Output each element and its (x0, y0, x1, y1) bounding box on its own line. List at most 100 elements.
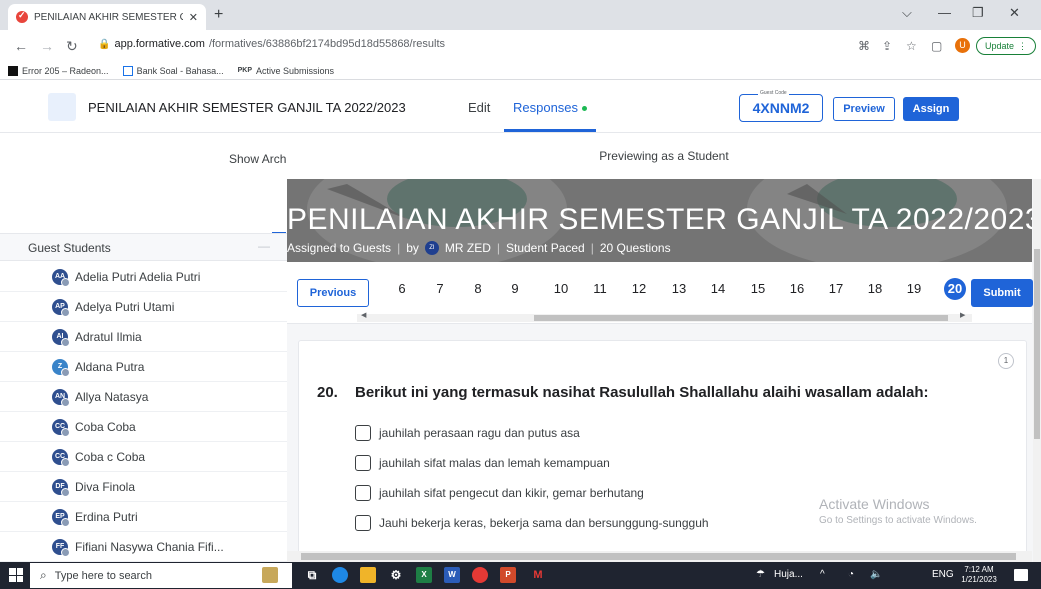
speaker-icon[interactable]: 🔈 (870, 569, 882, 580)
tab-close-icon[interactable]: ✕ (189, 11, 198, 24)
bookmark-radeon[interactable]: Error 205 – Radeon... (8, 65, 109, 76)
question-nav-6[interactable]: 6 (390, 281, 414, 296)
network-icon[interactable]: ◔ (848, 569, 854, 580)
list-item[interactable]: Z Aldana Putra (0, 352, 287, 382)
choice-checkbox[interactable] (355, 455, 371, 471)
back-icon[interactable]: ← (14, 38, 28, 54)
taskbar-search[interactable]: ⌕ Type here to search (30, 563, 292, 588)
tab-edit[interactable]: Edit (468, 100, 490, 115)
preview-button[interactable]: Preview (833, 97, 895, 121)
question-nav-17[interactable]: 17 (824, 281, 848, 296)
chrome-icon[interactable] (472, 567, 488, 583)
list-item[interactable]: DF Diva Finola (0, 472, 287, 502)
list-item[interactable]: CC Coba Coba (0, 412, 287, 442)
list-item[interactable]: EP Erdina Putri (0, 502, 287, 532)
question-nav-15[interactable]: 15 (746, 281, 770, 296)
question-nav-18[interactable]: 18 (863, 281, 887, 296)
side-panel-icon[interactable]: ▢ (931, 39, 942, 53)
choice-2[interactable]: jauhilah sifat malas dan lemah kemampuan (355, 455, 610, 471)
collapse-dash-icon[interactable]: — (258, 239, 270, 253)
list-item[interactable]: CC Coba c Coba (0, 442, 287, 472)
guest-students-header[interactable]: Guest Students — (0, 233, 287, 261)
question-nav-12[interactable]: 12 (627, 281, 651, 296)
choice-text: jauhilah sifat pengecut dan kikir, gemar… (379, 486, 644, 500)
guest-students-label: Guest Students (28, 241, 111, 255)
maximize-icon[interactable]: ❐ (972, 5, 984, 21)
avatar: EP (52, 508, 70, 527)
guest-code-box[interactable]: Guest Code 4XNNM2 (739, 90, 823, 122)
choice-checkbox[interactable] (355, 425, 371, 441)
assign-button[interactable]: Assign (903, 97, 959, 121)
question-nav-19[interactable]: 19 (902, 281, 926, 296)
language-label[interactable]: ENG (932, 569, 954, 580)
browser-tab[interactable]: PENILAIAN AKHIR SEMESTER GA ✕ (8, 4, 206, 30)
scroll-right-icon[interactable]: ▶ (960, 311, 965, 319)
share-icon[interactable]: ⇪ (882, 39, 892, 53)
preview-horizontal-scrollbar[interactable] (287, 551, 1032, 562)
bookmark-label: Bank Soal - Bahasa... (136, 65, 224, 76)
translate-icon[interactable]: ⌘ (858, 39, 870, 53)
mendeley-icon[interactable]: M (530, 567, 546, 583)
question-number: 20. (317, 384, 338, 401)
choice-checkbox[interactable] (355, 515, 371, 531)
question-nav-14[interactable]: 14 (706, 281, 730, 296)
scrollbar-thumb[interactable] (534, 315, 948, 321)
system-clock[interactable]: 7:12 AM 1/21/2023 (958, 565, 1000, 585)
profile-avatar[interactable]: U (955, 38, 970, 53)
scroll-left-icon[interactable]: ◀ (361, 311, 366, 319)
settings-gear-icon[interactable]: ⚙ (388, 567, 404, 583)
choice-checkbox[interactable] (355, 485, 371, 501)
student-preview-panel: Previewing as a Student PENILAIAN AKHIR … (287, 133, 1041, 562)
question-nav-13[interactable]: 13 (667, 281, 691, 296)
tray-chevron-icon[interactable]: ^ (820, 569, 825, 580)
url-field[interactable]: 🔒 app.formative.com/formatives/63886bf21… (98, 38, 445, 50)
formative-title[interactable]: PENILAIAN AKHIR SEMESTER GANJIL TA 2022/… (88, 100, 406, 115)
list-item[interactable]: AN Allya Natasya (0, 382, 287, 412)
new-tab-button[interactable]: + (214, 6, 223, 24)
windows-start-icon[interactable] (9, 568, 23, 582)
preview-vertical-scrollbar[interactable] (1033, 179, 1041, 562)
previous-button[interactable]: Previous (297, 279, 369, 307)
list-item[interactable]: AA Adelia Putri Adelia Putri (0, 262, 287, 292)
minimize-icon[interactable]: — (938, 5, 951, 20)
bookmark-active-submissions[interactable]: PKP Active Submissions (238, 66, 334, 76)
list-item[interactable]: FF Fifiani Nasywa Chania Fifi... (0, 532, 287, 562)
question-nav-10[interactable]: 10 (549, 281, 573, 296)
forward-icon[interactable]: → (40, 38, 54, 54)
question-nav-20-active[interactable]: 20 (944, 278, 966, 300)
question-nav-scrollbar[interactable]: ◀ ▶ (357, 311, 972, 322)
list-item[interactable]: AI Adratul Ilmia (0, 322, 287, 352)
window-close-icon[interactable]: ✕ (1009, 5, 1020, 21)
question-nav-8[interactable]: 8 (466, 281, 490, 296)
list-item[interactable]: AP Adelya Putri Utami (0, 292, 287, 322)
question-nav-9[interactable]: 9 (503, 281, 527, 296)
question-nav-16[interactable]: 16 (785, 281, 809, 296)
excel-icon[interactable]: X (416, 567, 432, 583)
task-view-icon[interactable]: ⧉ (304, 567, 320, 583)
question-count: 20 Questions (599, 241, 671, 255)
tab-responses[interactable]: Responses (513, 100, 588, 115)
reload-icon[interactable]: ↻ (66, 38, 78, 55)
question-nav-11[interactable]: 11 (588, 281, 612, 296)
show-archived-toggle[interactable]: Show Archiv (229, 152, 295, 166)
question-nav-7[interactable]: 7 (428, 281, 452, 296)
submit-button[interactable]: Submit (971, 279, 1033, 307)
powerpoint-icon[interactable]: P (500, 567, 516, 583)
weather-label[interactable]: Huja... (774, 569, 803, 580)
choice-4[interactable]: Jauhi bekerja keras, bekerja sama dan be… (355, 515, 709, 531)
edge-icon[interactable] (332, 567, 348, 583)
update-button[interactable]: Update ⋮ (976, 37, 1036, 55)
activate-windows-subtitle: Go to Settings to activate Windows. (819, 515, 977, 526)
formative-thumbnail (48, 93, 76, 121)
scrollbar-thumb[interactable] (1034, 249, 1040, 439)
bookmark-bank-soal[interactable]: Bank Soal - Bahasa... (122, 65, 224, 76)
choice-3[interactable]: jauhilah sifat pengecut dan kikir, gemar… (355, 485, 644, 501)
notification-icon[interactable] (1014, 569, 1028, 581)
avatar: DF (52, 478, 70, 497)
scrollbar-thumb[interactable] (301, 553, 1016, 560)
word-icon[interactable]: W (444, 567, 460, 583)
file-explorer-icon[interactable] (360, 567, 376, 583)
choice-1[interactable]: jauhilah perasaan ragu dan putus asa (355, 425, 580, 441)
bookmark-star-icon[interactable]: ☆ (906, 39, 917, 53)
tab-search-icon[interactable]: ⌵ (902, 5, 912, 21)
